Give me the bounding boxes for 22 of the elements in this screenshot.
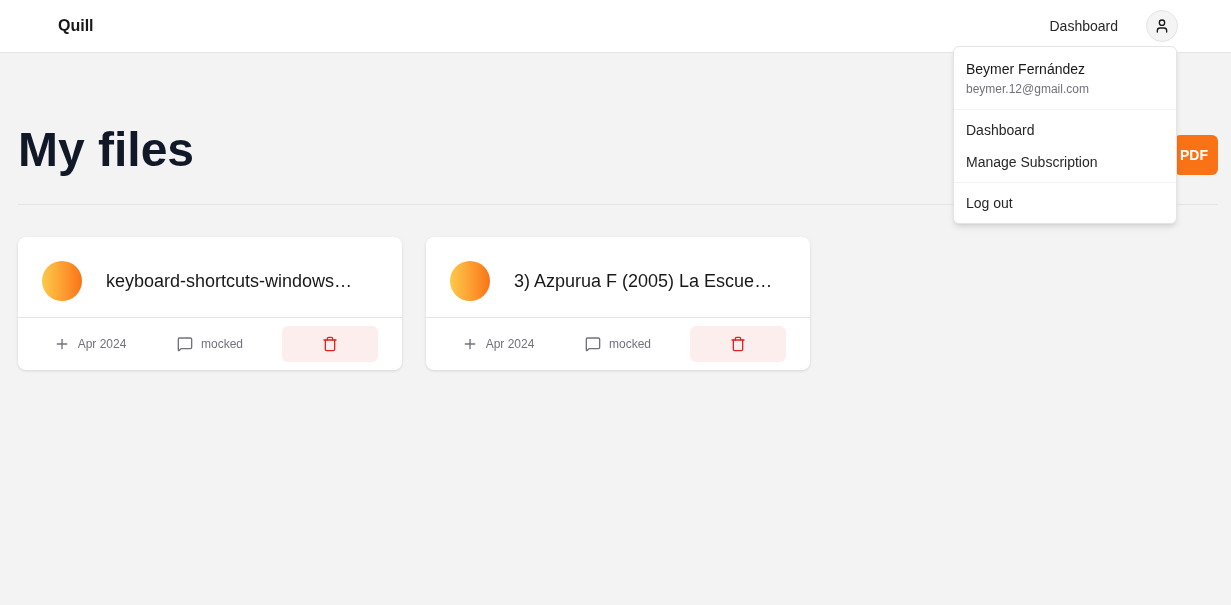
trash-icon — [322, 336, 338, 352]
menu-item[interactable]: Dashboard — [958, 114, 1172, 146]
trash-icon — [730, 336, 746, 352]
brand-logo-text[interactable]: Quill — [58, 14, 94, 38]
menu-item[interactable]: Log out — [958, 187, 1172, 219]
message-icon — [177, 336, 193, 352]
page-title: My files — [18, 126, 195, 174]
delete-button[interactable] — [690, 326, 786, 362]
delete-button[interactable] — [282, 326, 378, 362]
nav-link[interactable]: Dashboard — [1049, 16, 1118, 36]
avatar-button[interactable] — [1146, 10, 1178, 42]
user-icon — [1154, 18, 1170, 34]
file-comments: mocked — [201, 336, 243, 352]
user-email: beymer.12@gmail.com — [966, 81, 1090, 97]
user-name: Beymer Fernández — [966, 60, 1087, 79]
menu-item[interactable]: Manage Subscription — [958, 146, 1172, 178]
file-date: Apr 2024 — [485, 336, 535, 352]
file-date: Apr 2024 — [77, 336, 127, 352]
message-icon — [585, 336, 601, 352]
file-name[interactable]: keyboard-shortcuts-windows… — [106, 267, 353, 295]
file-name[interactable]: 3) Azpurua F (2005) La Escue… — [514, 267, 773, 295]
file-comments: mocked — [609, 336, 651, 352]
